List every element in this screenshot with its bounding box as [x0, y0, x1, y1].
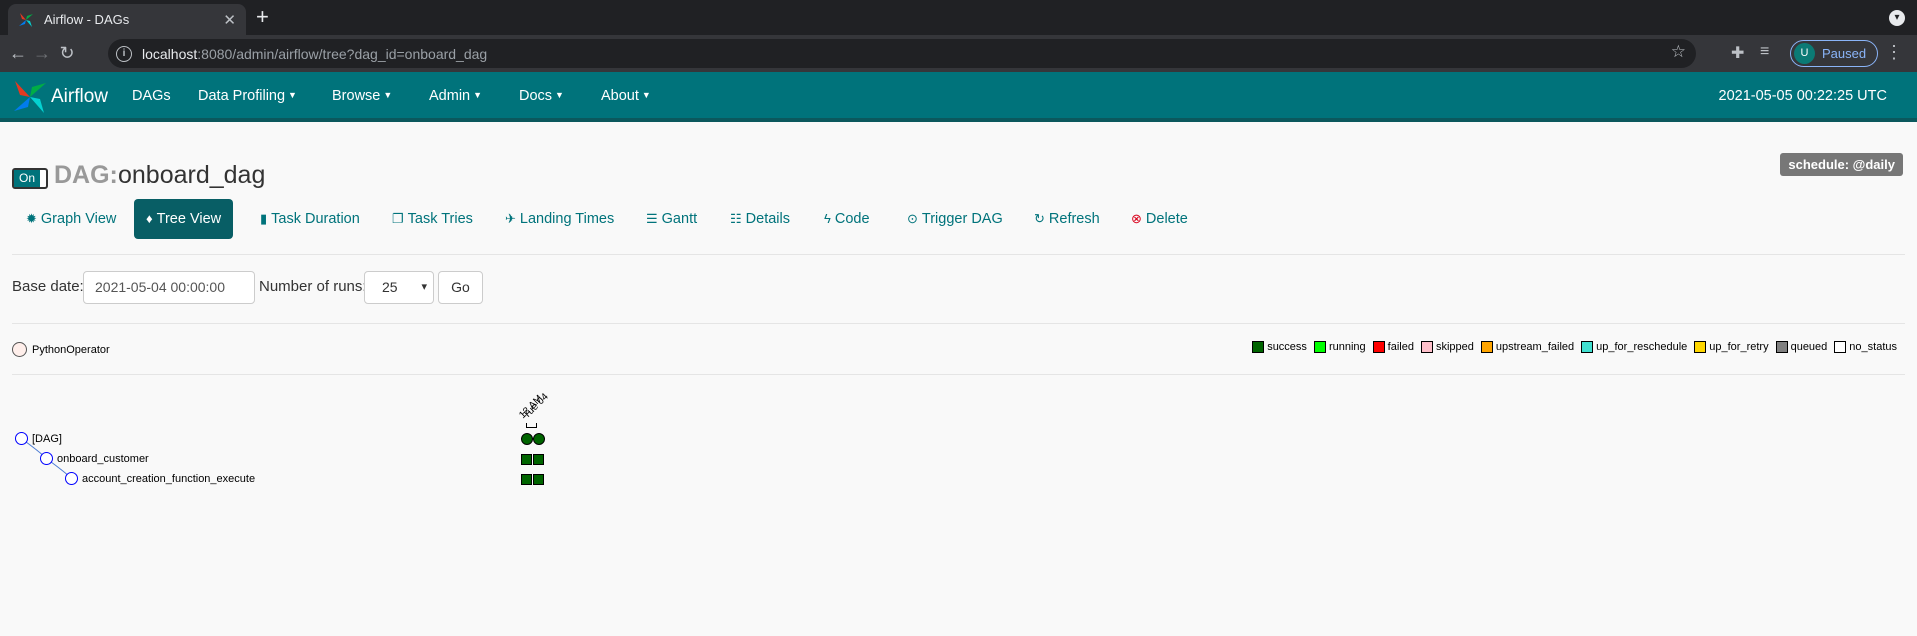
task-instance-square[interactable]: [521, 454, 532, 465]
run-header-tick: [526, 423, 537, 428]
dag-run-circle[interactable]: [521, 433, 533, 445]
task-instance-square[interactable]: [533, 474, 544, 485]
dag-run-circle[interactable]: [533, 433, 545, 445]
tree-label-onboard-customer: onboard_customer: [57, 453, 149, 465]
tree-node-account-creation[interactable]: [65, 472, 78, 485]
tree-node-onboard-customer[interactable]: [40, 452, 53, 465]
task-instance-square[interactable]: [533, 454, 544, 465]
tree-label-dag: [DAG]: [32, 433, 62, 445]
tree-node-dag[interactable]: [15, 432, 28, 445]
task-instance-square[interactable]: [521, 474, 532, 485]
tree-links: [21, 438, 73, 480]
tree-label-account-creation: account_creation_function_execute: [82, 473, 256, 485]
